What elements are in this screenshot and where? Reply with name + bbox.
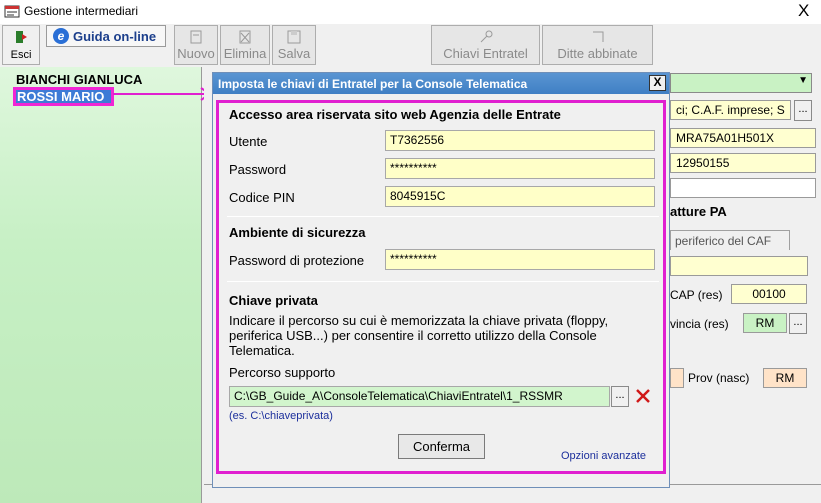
private-key-heading: Chiave privata bbox=[229, 293, 318, 308]
delete-label: Elimina bbox=[223, 46, 267, 61]
partita-iva-field[interactable]: 12950155 bbox=[670, 153, 816, 173]
title-bar: Gestione intermediari X bbox=[0, 0, 821, 24]
nasc-field[interactable] bbox=[670, 368, 684, 388]
provincia-label: vincia (res) bbox=[670, 317, 729, 331]
exit-label: Esci bbox=[10, 49, 32, 61]
protection-password-input[interactable]: ********** bbox=[385, 249, 655, 270]
codice-fiscale-field[interactable]: MRA75A01H501X bbox=[670, 128, 816, 148]
highlight-arrow bbox=[113, 87, 212, 101]
type-value-field[interactable]: ci; C.A.F. imprese; S bbox=[670, 100, 791, 120]
exit-button[interactable]: Esci bbox=[2, 25, 40, 65]
private-key-description: Indicare il percorso su cui è memorizzat… bbox=[229, 313, 609, 358]
path-browse-button[interactable]: ... bbox=[611, 386, 629, 407]
linked-companies-button[interactable]: Ditte abbinate bbox=[542, 25, 653, 65]
section-title: atture PA bbox=[670, 204, 727, 219]
keys-label: Chiavi Entratel bbox=[443, 46, 528, 61]
browser-icon: e bbox=[53, 28, 69, 44]
type-combobox[interactable]: ▼ bbox=[670, 73, 812, 93]
delete-button[interactable]: Elimina bbox=[220, 25, 270, 65]
list-item-selected[interactable]: ROSSI MARIO bbox=[13, 87, 114, 106]
new-label: Nuovo bbox=[177, 46, 215, 61]
path-input[interactable]: C:\GB_Guide_A\ConsoleTelematica\ChiaviEn… bbox=[229, 386, 610, 407]
entratel-keys-button[interactable]: Chiavi Entratel bbox=[431, 25, 540, 65]
prov-nasc-label: Prov (nasc) bbox=[688, 371, 750, 385]
confirm-button[interactable]: Conferma bbox=[398, 434, 485, 459]
tab-caf[interactable]: periferico del CAF bbox=[670, 230, 790, 250]
empty-field[interactable] bbox=[670, 178, 816, 198]
app-icon bbox=[4, 5, 20, 18]
key-icon bbox=[480, 30, 492, 43]
prov-nasc-field[interactable]: RM bbox=[763, 368, 807, 388]
cap-field[interactable]: 00100 bbox=[731, 284, 807, 304]
guide-online-button[interactable]: e Guida on-line bbox=[46, 25, 166, 47]
chevron-down-icon: ▼ bbox=[798, 75, 808, 86]
exit-icon bbox=[16, 31, 27, 43]
dialog-title: Imposta le chiavi di Entratel per la Con… bbox=[213, 73, 669, 94]
new-button[interactable]: Nuovo bbox=[174, 25, 218, 65]
delete-icon bbox=[239, 30, 251, 44]
dialog-close-button[interactable]: X bbox=[649, 75, 666, 91]
list-item[interactable]: BIANCHI GIANLUCA bbox=[16, 72, 142, 87]
save-label: Salva bbox=[277, 46, 311, 61]
pin-label: Codice PIN bbox=[229, 190, 295, 205]
access-heading: Accesso area riservata sito web Agenzia … bbox=[229, 107, 561, 122]
linked-icon bbox=[592, 31, 603, 42]
security-heading: Ambiente di sicurezza bbox=[229, 225, 366, 240]
password-input[interactable]: ********** bbox=[385, 158, 655, 179]
pin-input[interactable]: 8045915C bbox=[385, 186, 655, 207]
provincia-browse-button[interactable]: ... bbox=[789, 313, 807, 334]
save-icon bbox=[287, 30, 301, 44]
separator bbox=[227, 281, 659, 282]
password-label: Password bbox=[229, 162, 287, 177]
entratel-keys-dialog: Imposta le chiavi di Entratel per la Con… bbox=[212, 72, 670, 488]
cap-label: CAP (res) bbox=[670, 288, 723, 302]
row-field[interactable] bbox=[670, 256, 808, 276]
linked-label: Ditte abbinate bbox=[557, 46, 638, 61]
type-browse-button[interactable]: ... bbox=[794, 100, 812, 121]
provincia-field[interactable]: RM bbox=[743, 313, 787, 333]
window-title: Gestione intermediari bbox=[24, 4, 139, 18]
path-label: Percorso supporto bbox=[229, 365, 336, 380]
delete-path-icon[interactable] bbox=[634, 387, 652, 405]
advanced-options-link[interactable]: Opzioni avanzate bbox=[561, 450, 646, 462]
user-input[interactable]: T7362556 bbox=[385, 130, 655, 151]
guide-label: Guida on-line bbox=[73, 29, 157, 44]
window-close-icon[interactable]: X bbox=[798, 1, 809, 21]
save-button[interactable]: Salva bbox=[272, 25, 316, 65]
path-example: (es. C:\chiaveprivata) bbox=[229, 410, 333, 422]
protection-label: Password di protezione bbox=[229, 253, 365, 268]
separator bbox=[227, 216, 659, 217]
intermediari-list[interactable] bbox=[0, 67, 202, 503]
user-label: Utente bbox=[229, 134, 268, 149]
new-icon bbox=[190, 30, 202, 44]
